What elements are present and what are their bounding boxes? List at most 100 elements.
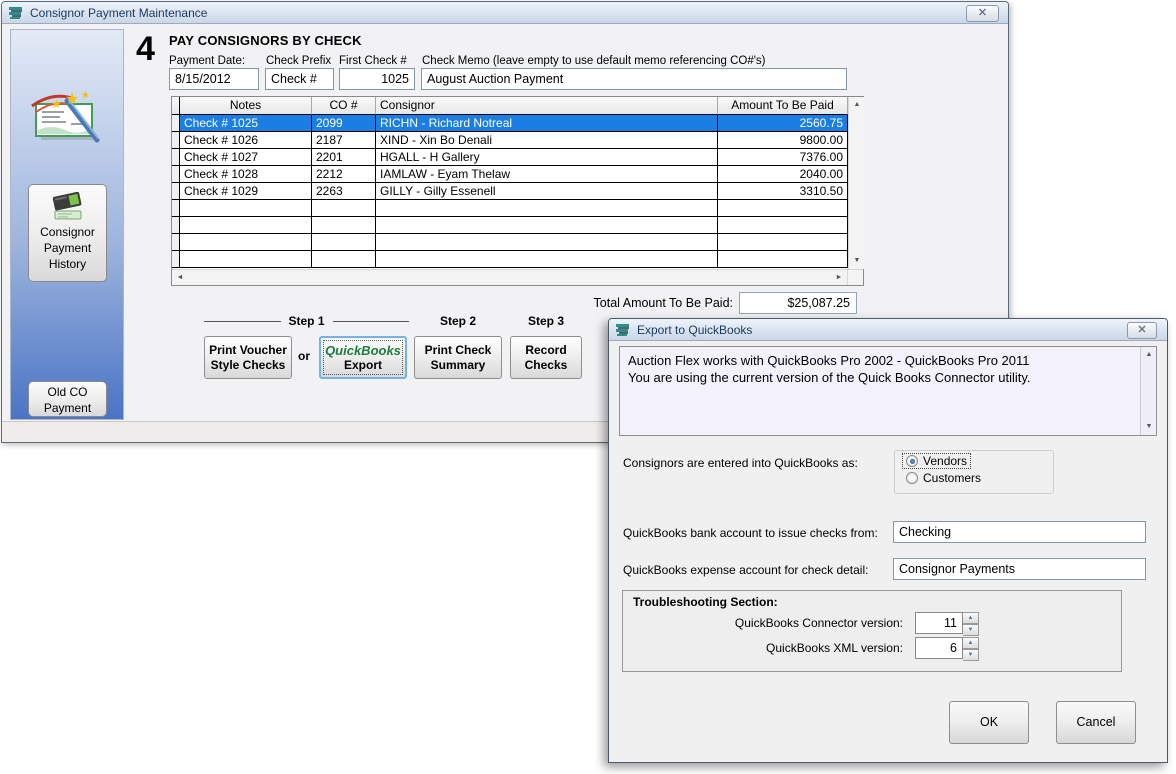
radio-customers[interactable]: Customers <box>903 471 984 485</box>
spinner-up-icon[interactable]: ▲ <box>963 612 979 624</box>
table-row-empty[interactable] <box>172 251 848 268</box>
total-row: Total Amount To Be Paid: $25,087.25 <box>432 292 857 314</box>
ok-button[interactable]: OK <box>949 701 1029 744</box>
scroll-right-icon[interactable]: ► <box>831 270 847 286</box>
old-co-button-label: Old CO <box>29 384 106 400</box>
table-horizontal-scrollbar[interactable]: ◄ ► <box>172 270 847 285</box>
scroll-down-icon[interactable]: ▼ <box>849 253 865 269</box>
consignor-payment-history-button[interactable]: Consignor Payment History <box>28 184 107 282</box>
table-cell[interactable] <box>312 217 376 234</box>
table-cell[interactable]: Check # 1027 <box>180 149 312 166</box>
xml-version-input[interactable] <box>915 637 963 659</box>
table-vertical-scrollbar[interactable]: ▲ ▼ <box>848 97 864 269</box>
table-cell[interactable]: Check # 1026 <box>180 132 312 149</box>
scroll-up-icon[interactable]: ▲ <box>1141 347 1157 363</box>
table-cell[interactable]: Check # 1029 <box>180 183 312 200</box>
scroll-down-icon[interactable]: ▼ <box>1141 419 1157 435</box>
table-cell[interactable] <box>180 200 312 217</box>
table-cell[interactable]: 2201 <box>312 149 376 166</box>
row-gutter[interactable] <box>172 132 180 149</box>
first-check-number-input[interactable] <box>339 68 415 90</box>
table-cell[interactable]: IAMLAW - Eyam Thelaw <box>376 166 718 183</box>
table-cell[interactable] <box>376 200 718 217</box>
table-cell[interactable] <box>376 234 718 251</box>
close-icon[interactable]: ✕ <box>1127 322 1157 339</box>
expense-account-input[interactable] <box>893 558 1146 580</box>
table-cell[interactable]: 2099 <box>312 115 376 132</box>
row-gutter[interactable] <box>172 217 180 234</box>
info-vertical-scrollbar[interactable]: ▲ ▼ <box>1140 347 1156 435</box>
scroll-left-icon[interactable]: ◄ <box>172 270 188 286</box>
old-co-payment-button[interactable]: Old CO Payment <box>28 381 107 417</box>
table-cell[interactable]: 3310.50 <box>718 183 848 200</box>
table-cell[interactable] <box>718 200 848 217</box>
table-cell[interactable]: HGALL - H Gallery <box>376 149 718 166</box>
spinner-down-icon[interactable]: ▼ <box>963 649 979 661</box>
table-cell[interactable] <box>180 217 312 234</box>
row-gutter[interactable] <box>172 183 180 200</box>
table-row[interactable]: Check # 10272201HGALL - H Gallery7376.00 <box>172 149 848 166</box>
column-header: CO # <box>312 97 376 115</box>
history-button-label: Consignor <box>29 224 106 240</box>
cancel-button[interactable]: Cancel <box>1056 701 1136 744</box>
table-row-empty[interactable] <box>172 200 848 217</box>
sidebar: ★ ★ ★ Consignor Payment History Old CO <box>10 29 124 420</box>
table-row[interactable]: Check # 10252099RICHN - Richard Notreal2… <box>172 115 848 132</box>
table-cell[interactable] <box>718 234 848 251</box>
table-cell[interactable]: 2560.75 <box>718 115 848 132</box>
main-titlebar: Consignor Payment Maintenance <box>2 2 1008 24</box>
quickbooks-logo: QuickBooks <box>321 343 405 358</box>
table-cell[interactable]: 2263 <box>312 183 376 200</box>
check-memo-input[interactable] <box>421 68 847 90</box>
table-cell[interactable] <box>312 251 376 268</box>
table-cell[interactable] <box>376 251 718 268</box>
table-row-empty[interactable] <box>172 217 848 234</box>
payment-date-input[interactable] <box>169 68 259 90</box>
radio-vendors[interactable]: Vendors <box>903 454 970 468</box>
table-cell[interactable] <box>718 251 848 268</box>
first-check-label: First Check # <box>339 55 407 67</box>
table-row[interactable]: Check # 10262187XIND - Xin Bo Denali9800… <box>172 132 848 149</box>
record-checks-button[interactable]: Record Checks <box>510 336 582 379</box>
close-icon[interactable]: ✕ <box>966 5 999 22</box>
spinner-up-icon[interactable]: ▲ <box>963 637 979 649</box>
connector-version-input[interactable] <box>915 612 963 634</box>
table-cell[interactable] <box>312 234 376 251</box>
table-cell[interactable] <box>312 200 376 217</box>
table-cell[interactable]: Check # 1025 <box>180 115 312 132</box>
check-prefix-label: Check Prefix <box>266 55 331 67</box>
payment-date-label: Payment Date: <box>169 55 245 67</box>
table-cell[interactable]: Check # 1028 <box>180 166 312 183</box>
troubleshooting-heading: Troubleshooting Section: <box>633 595 778 609</box>
table-cell[interactable] <box>180 234 312 251</box>
scroll-up-icon[interactable]: ▲ <box>849 97 865 113</box>
row-gutter[interactable] <box>172 200 180 217</box>
table-row-empty[interactable] <box>172 234 848 251</box>
table-cell[interactable]: RICHN - Richard Notreal <box>376 115 718 132</box>
row-gutter[interactable] <box>172 149 180 166</box>
row-gutter[interactable] <box>172 251 180 268</box>
spinner-down-icon[interactable]: ▼ <box>963 624 979 636</box>
table-cell[interactable]: 2187 <box>312 132 376 149</box>
table-cell[interactable] <box>376 217 718 234</box>
row-gutter[interactable] <box>172 166 180 183</box>
radio-unselected-icon <box>906 472 918 484</box>
table-cell[interactable]: 9800.00 <box>718 132 848 149</box>
table-cell[interactable] <box>718 217 848 234</box>
table-cell[interactable]: XIND - Xin Bo Denali <box>376 132 718 149</box>
bank-account-input[interactable] <box>893 521 1146 543</box>
table-cell[interactable]: 2212 <box>312 166 376 183</box>
print-voucher-style-checks-button[interactable]: Print Voucher Style Checks <box>204 336 292 379</box>
check-prefix-input[interactable] <box>265 68 334 90</box>
step-number: 4 <box>136 30 155 69</box>
table-cell[interactable] <box>180 251 312 268</box>
table-row[interactable]: Check # 10292263GILLY - Gilly Essenell33… <box>172 183 848 200</box>
table-cell[interactable]: GILLY - Gilly Essenell <box>376 183 718 200</box>
row-gutter[interactable] <box>172 234 180 251</box>
print-check-summary-button[interactable]: Print Check Summary <box>414 336 502 379</box>
table-row[interactable]: Check # 10282212IAMLAW - Eyam Thelaw2040… <box>172 166 848 183</box>
table-cell[interactable]: 7376.00 <box>718 149 848 166</box>
table-cell[interactable]: 2040.00 <box>718 166 848 183</box>
quickbooks-export-button[interactable]: QuickBooks Export <box>319 336 407 379</box>
row-gutter[interactable] <box>172 115 180 132</box>
